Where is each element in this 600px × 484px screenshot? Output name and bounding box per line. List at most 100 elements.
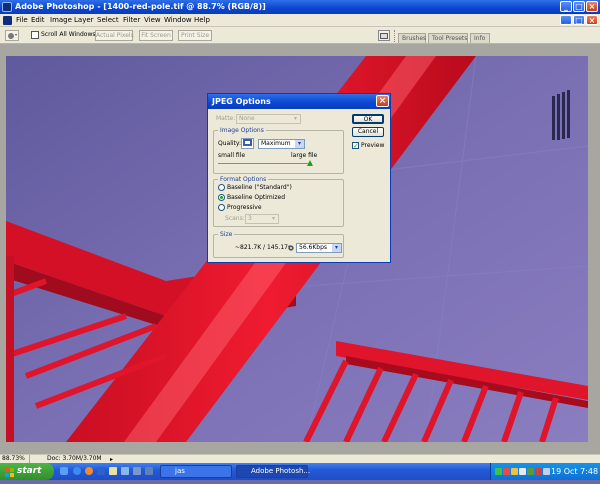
cancel-button[interactable]: Cancel — [352, 127, 384, 137]
file-browser-icon[interactable] — [378, 30, 390, 41]
radio-baseline-optimized[interactable] — [218, 194, 225, 201]
preview-label: Preview — [361, 142, 385, 149]
quality-preset-value: Maximum — [261, 140, 291, 147]
taskbar: start jas Adobe Photosh... 19 Oct 7:48 — [0, 463, 600, 480]
small-file-label: small file — [218, 152, 246, 159]
document-icon[interactable] — [3, 16, 12, 25]
image-options-label: Image Options — [218, 127, 266, 134]
baseline-optimized-label: Baseline Optimized — [227, 194, 286, 201]
menu-layer[interactable]: Layer — [74, 14, 94, 27]
baseline-standard-label: Baseline ("Standard") — [227, 184, 292, 191]
palette-well-grip[interactable] — [394, 30, 397, 42]
scroll-all-windows-checkbox[interactable] — [31, 31, 39, 39]
windows-logo-icon — [5, 467, 14, 477]
chevron-down-icon: ▾ — [269, 215, 278, 223]
jpeg-options-dialog: JPEG Options × Matte: None ▾ OK Cancel ✓… — [207, 93, 391, 263]
system-tray: 19 Oct 7:48 — [490, 463, 600, 480]
window-title: Adobe Photoshop - [1400-red-pole.tif @ 8… — [15, 2, 266, 11]
quicklaunch-word-icon[interactable] — [97, 467, 105, 475]
quicklaunch-ie-icon[interactable] — [73, 467, 81, 475]
tray-icon-1[interactable] — [495, 468, 502, 475]
tray-icon-6[interactable] — [535, 468, 542, 475]
menu-select[interactable]: Select — [97, 14, 119, 27]
tray-icon-4[interactable] — [519, 468, 526, 475]
format-options-label: Format Options — [218, 176, 269, 183]
matte-dropdown[interactable]: None ▾ — [236, 114, 301, 124]
scans-label: Scans: — [225, 215, 245, 222]
doc-close-button[interactable]: × — [586, 15, 598, 25]
menu-view[interactable]: View — [144, 14, 161, 27]
large-file-label: large file — [291, 152, 318, 159]
taskbar-item-jas[interactable]: jas — [160, 465, 232, 478]
palette-tab-info[interactable]: Info — [470, 33, 490, 43]
status-arrow-icon[interactable]: ▸ — [110, 456, 115, 463]
menu-filter[interactable]: Filter — [123, 14, 140, 27]
quality-field-icon — [243, 139, 252, 146]
quality-label: Quality: — [218, 140, 242, 147]
radio-selected-dot — [220, 196, 223, 199]
menu-window[interactable]: Window — [164, 14, 192, 27]
clock[interactable]: 19 Oct 7:48 — [551, 463, 598, 480]
start-button[interactable]: start — [0, 463, 54, 480]
quality-number-field[interactable]: 10 — [241, 138, 254, 149]
tray-icon-2[interactable] — [503, 468, 510, 475]
palette-tab-brushes[interactable]: Brushes — [398, 33, 426, 43]
quicklaunch-media-icon[interactable] — [121, 467, 129, 475]
modem-speed-value: 56.6Kbps — [299, 244, 328, 251]
zoom-level[interactable]: 88.73% — [2, 455, 30, 463]
chevron-down-icon: ▾ — [295, 140, 304, 148]
photoshop-app-icon[interactable] — [2, 2, 12, 12]
menu-image[interactable]: Image — [50, 14, 72, 27]
menu-file[interactable]: File — [16, 14, 28, 27]
size-label: Size — [218, 231, 235, 238]
download-time-icon — [288, 245, 294, 251]
quicklaunch-app-icon[interactable] — [133, 467, 141, 475]
start-label: start — [17, 466, 42, 476]
quicklaunch-firefox-icon[interactable] — [85, 467, 93, 475]
taskbar-item-photoshop[interactable]: Adobe Photosh... — [236, 465, 310, 478]
quicklaunch-desktop-icon[interactable] — [60, 467, 68, 475]
doc-restore-button[interactable]: □ — [573, 15, 585, 25]
modem-speed-dropdown[interactable]: 56.6Kbps ▾ — [296, 243, 342, 253]
hand-tool-preset-icon[interactable] — [5, 30, 19, 41]
chevron-down-icon: ▾ — [332, 244, 341, 252]
matte-value: None — [239, 115, 255, 122]
volume-icon[interactable] — [543, 468, 550, 475]
scans-value: 3 — [248, 215, 252, 222]
dialog-close-button[interactable]: × — [376, 95, 389, 107]
dialog-title: JPEG Options — [212, 97, 271, 106]
document-size: Doc: 3.70M/3.70M — [47, 455, 102, 462]
maximize-button[interactable]: □ — [573, 1, 585, 12]
radio-baseline-standard[interactable] — [218, 184, 225, 191]
doc-minimize-button[interactable]: _ — [560, 15, 572, 25]
options-bar: Scroll All Windows Actual Pixels Fit Scr… — [0, 27, 600, 44]
quality-preset-dropdown[interactable]: Maximum ▾ — [258, 139, 305, 149]
menu-help[interactable]: Help — [194, 14, 210, 27]
quicklaunch-app2-icon[interactable] — [145, 467, 153, 475]
status-bar: 88.73% Doc: 3.70M/3.70M ▸ — [0, 454, 600, 463]
chevron-down-icon: ▾ — [291, 115, 300, 123]
menu-bar: File Edit Image Layer Select Filter View… — [0, 14, 600, 27]
minimize-button[interactable]: _ — [560, 1, 572, 12]
actual-pixels-button[interactable]: Actual Pixels — [95, 30, 134, 41]
preview-checkbox[interactable]: ✓ — [352, 142, 359, 150]
title-bar: Adobe Photoshop - [1400-red-pole.tif @ 8… — [0, 0, 600, 14]
scans-dropdown[interactable]: 3 ▾ — [245, 214, 279, 224]
size-estimate: ~821.7K / 145.17s — [235, 244, 292, 251]
quality-slider-thumb[interactable] — [307, 160, 313, 166]
ok-button[interactable]: OK — [352, 114, 384, 124]
menu-edit[interactable]: Edit — [31, 14, 45, 27]
palette-tab-tool-presets[interactable]: Tool Presets — [428, 33, 468, 43]
quality-slider-track[interactable] — [218, 163, 312, 164]
quicklaunch-folder-icon[interactable] — [109, 467, 117, 475]
scroll-all-windows-label: Scroll All Windows — [41, 31, 96, 38]
dialog-title-bar: JPEG Options × — [208, 94, 390, 109]
progressive-label: Progressive — [227, 204, 262, 211]
fit-screen-button[interactable]: Fit Screen — [139, 30, 173, 41]
matte-label: Matte: — [216, 115, 236, 122]
print-size-button[interactable]: Print Size — [178, 30, 212, 41]
tray-icon-5[interactable] — [527, 468, 534, 475]
close-button[interactable]: × — [586, 1, 598, 12]
radio-progressive[interactable] — [218, 204, 225, 211]
tray-icon-3[interactable] — [511, 468, 518, 475]
